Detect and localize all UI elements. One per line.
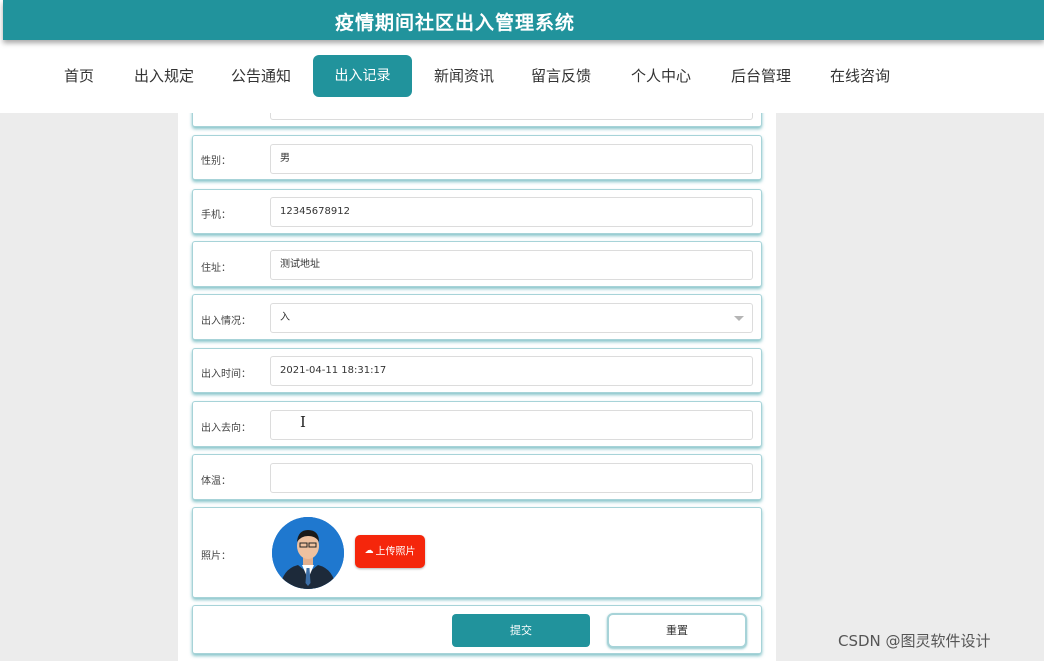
- status-select[interactable]: 入: [270, 303, 753, 333]
- form-panel: 性别： 男 手机： 12345678912 住址： 测试地址 出入情况： 入 出…: [178, 113, 776, 661]
- nav-item-notices[interactable]: 公告通知: [230, 55, 292, 97]
- nav-item-news[interactable]: 新闻资讯: [433, 55, 495, 97]
- nav-item-consult[interactable]: 在线咨询: [829, 55, 891, 97]
- form-row-destination: 出入去向：: [192, 401, 762, 447]
- gender-field[interactable]: 男: [270, 144, 753, 174]
- text-cursor-icon: I: [300, 413, 306, 431]
- form-row-gender: 性别： 男: [192, 135, 762, 180]
- chevron-down-icon: [734, 316, 744, 321]
- main-nav: 首页 出入规定 公告通知 出入记录 新闻资讯 留言反馈 个人中心 后台管理 在线…: [0, 40, 1044, 113]
- upload-photo-label: 上传照片: [375, 546, 416, 558]
- address-field[interactable]: 测试地址: [270, 250, 753, 280]
- gender-label: 性别：: [201, 156, 231, 167]
- address-label: 住址：: [201, 263, 231, 274]
- temperature-field[interactable]: [270, 463, 753, 493]
- time-field[interactable]: 2021-04-11 18:31:17: [270, 356, 753, 386]
- reset-button[interactable]: 重置: [607, 613, 747, 648]
- nav-item-rules[interactable]: 出入规定: [133, 55, 195, 97]
- temperature-label: 体温：: [201, 476, 231, 487]
- nav-item-admin[interactable]: 后台管理: [730, 55, 792, 97]
- app-title: 疫情期间社区出入管理系统: [335, 12, 576, 34]
- form-row-actions: 提交 重置: [192, 605, 762, 654]
- phone-field[interactable]: 12345678912: [270, 197, 753, 227]
- form-row-address: 住址： 测试地址: [192, 241, 762, 287]
- nav-item-home[interactable]: 首页: [63, 55, 95, 97]
- header-bar: 疫情期间社区出入管理系统: [3, 0, 1044, 40]
- form-row-temperature: 体温：: [192, 454, 762, 500]
- form-row-photo: 照片： ☁ 上传照片: [192, 507, 762, 598]
- person-photo-icon: [272, 517, 344, 589]
- nav-item-records[interactable]: 出入记录: [313, 55, 412, 97]
- upload-photo-button[interactable]: ☁ 上传照片: [355, 535, 425, 568]
- watermark: CSDN @图灵软件设计: [838, 632, 991, 650]
- photo-label: 照片：: [201, 551, 231, 562]
- form-row-status: 出入情况： 入: [192, 294, 762, 340]
- status-label: 出入情况：: [201, 316, 251, 327]
- form-row-partial: [192, 113, 762, 127]
- partial-field[interactable]: [270, 113, 753, 120]
- destination-field[interactable]: [270, 410, 753, 440]
- nav-item-profile[interactable]: 个人中心: [630, 55, 692, 97]
- status-select-value: 入: [280, 312, 290, 323]
- form-row-phone: 手机： 12345678912: [192, 189, 762, 234]
- cloud-upload-icon: ☁: [364, 546, 374, 556]
- phone-label: 手机：: [201, 210, 231, 221]
- destination-label: 出入去向：: [201, 423, 251, 434]
- form-row-time: 出入时间： 2021-04-11 18:31:17: [192, 348, 762, 393]
- nav-item-feedback[interactable]: 留言反馈: [530, 55, 592, 97]
- submit-button[interactable]: 提交: [452, 614, 590, 647]
- photo-avatar: [272, 517, 344, 589]
- time-label: 出入时间：: [201, 369, 251, 380]
